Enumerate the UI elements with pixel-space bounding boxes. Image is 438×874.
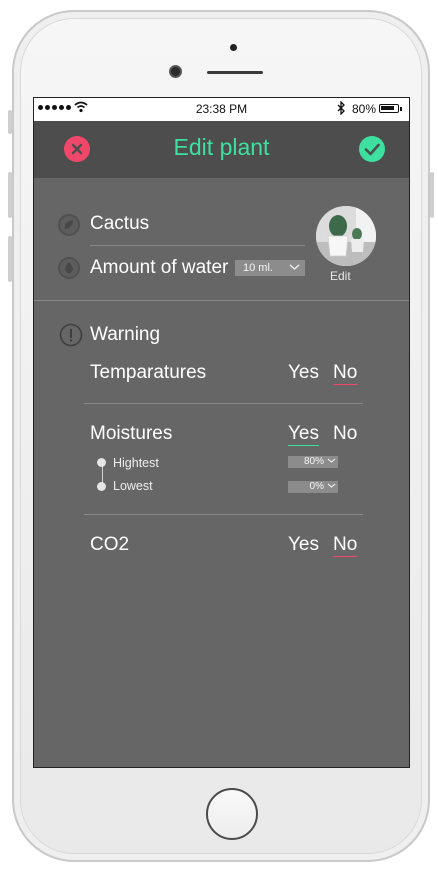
page-title: Edit plant [173, 134, 270, 160]
mute-switch [8, 110, 12, 134]
app-screen: 23:38 PM 80% Edit plant Cactus Amount of… [33, 97, 410, 768]
lowest-label: Lowest [113, 479, 153, 493]
co2-no[interactable]: No [333, 534, 358, 557]
battery-icon [379, 104, 402, 113]
edit-photo-link[interactable]: Edit [330, 269, 351, 283]
water-drop-icon [58, 257, 80, 279]
range-handle-high[interactable] [97, 458, 106, 467]
lowest-select[interactable]: 0% [288, 481, 338, 493]
range-handle-low[interactable] [97, 482, 106, 491]
chevron-down-icon [327, 483, 336, 488]
moistures-yes[interactable]: Yes [288, 423, 319, 446]
status-bar: 23:38 PM 80% [34, 98, 409, 121]
home-button[interactable] [206, 788, 258, 840]
co2-label: CO2 [90, 534, 130, 555]
row-divider [84, 403, 363, 404]
temperatures-yes[interactable]: Yes [288, 362, 319, 384]
moistures-no[interactable]: No [333, 423, 357, 445]
highest-label: Hightest [113, 456, 159, 470]
water-amount-value: 10 ml. [243, 262, 273, 274]
front-camera [169, 65, 182, 78]
warning-heading: Warning [90, 324, 161, 345]
temperatures-label: Temparatures [90, 362, 207, 383]
plant-name[interactable]: Cactus [90, 213, 149, 235]
water-amount-label: Amount of water [90, 257, 229, 278]
battery-percent: 80% [352, 102, 377, 116]
bluetooth-icon [337, 101, 345, 115]
name-underline [90, 245, 305, 246]
proximity-sensor [230, 44, 237, 51]
warning-icon [59, 323, 83, 347]
volume-down-button [8, 236, 12, 282]
app-header: Edit plant [34, 121, 409, 178]
cactus-photo [316, 206, 376, 266]
lowest-value: 0% [309, 481, 324, 492]
moistures-label: Moistures [90, 423, 173, 444]
temperatures-no[interactable]: No [333, 362, 358, 385]
chevron-down-icon [289, 264, 300, 270]
power-button [430, 172, 434, 218]
highest-select[interactable]: 80% [288, 456, 338, 468]
chevron-down-icon [327, 458, 336, 463]
water-amount-select[interactable]: 10 ml. [235, 260, 305, 276]
plant-photo[interactable] [316, 206, 376, 266]
section-divider [34, 300, 409, 301]
save-button[interactable] [359, 136, 385, 162]
row-divider [84, 514, 363, 515]
volume-up-button [8, 172, 12, 218]
earpiece-speaker [207, 71, 263, 74]
checkmark-icon [364, 143, 380, 156]
highest-value: 80% [303, 456, 324, 467]
co2-yes[interactable]: Yes [288, 534, 319, 556]
leaf-icon [58, 214, 80, 236]
